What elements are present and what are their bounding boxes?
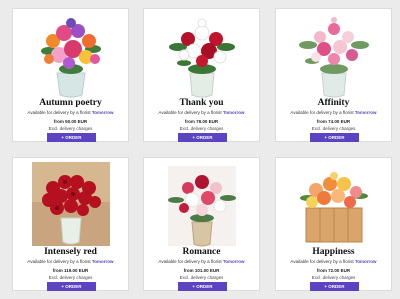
product-name[interactable]: Autumn poetry [13, 98, 128, 108]
order-button[interactable]: + ORDER [310, 133, 359, 142]
order-button[interactable]: + ORDER [47, 282, 96, 291]
delivery-note: Excl. delivery charges [179, 275, 224, 280]
product-name[interactable]: Happiness [276, 247, 391, 257]
product-card-affinity[interactable]: Affinity Available for delivery by a flo… [275, 8, 392, 142]
product-card-intensely-red[interactable]: Intensely red Available for delivery by … [12, 157, 129, 291]
order-button[interactable]: + ORDER [178, 282, 227, 291]
product-price: from 50.00 EUR [53, 119, 88, 124]
bouquet-image[interactable] [276, 11, 391, 99]
availability-text: Available for delivery by a florist Tomo… [158, 259, 245, 264]
product-name[interactable]: Affinity [276, 98, 391, 108]
product-name[interactable]: Thank you [144, 98, 259, 108]
delivery-note: Excl. delivery charges [311, 126, 356, 131]
product-price: from 72.00 EUR [316, 268, 351, 273]
availability-text: Available for delivery by a florist Tomo… [27, 110, 114, 115]
availability-text: Available for delivery by a florist Tomo… [290, 110, 377, 115]
availability-text: Available for delivery by a florist Tomo… [290, 259, 377, 264]
bouquet-image[interactable] [13, 160, 128, 248]
bouquet-image[interactable] [13, 11, 128, 99]
order-button[interactable]: + ORDER [47, 133, 96, 142]
bouquet-image[interactable] [144, 11, 259, 99]
availability-text: Available for delivery by a florist Tomo… [27, 259, 114, 264]
delivery-note: Excl. delivery charges [48, 126, 93, 131]
product-price: from 119.00 EUR [52, 268, 89, 273]
product-name[interactable]: Romance [144, 247, 259, 257]
bouquet-image[interactable] [144, 160, 259, 248]
product-card-happiness[interactable]: Happiness Available for delivery by a fl… [275, 157, 392, 291]
delivery-note: Excl. delivery charges [311, 275, 356, 280]
product-card-autumn-poetry[interactable]: Autumn poetry Available for delivery by … [12, 8, 129, 142]
product-price: from 101.00 EUR [183, 268, 220, 273]
bouquet-image[interactable] [276, 160, 391, 248]
product-card-thank-you[interactable]: Thank you Available for delivery by a fl… [143, 8, 260, 142]
product-card-romance[interactable]: Romance Available for delivery by a flor… [143, 157, 260, 291]
availability-text: Available for delivery by a florist Tomo… [158, 110, 245, 115]
order-button[interactable]: + ORDER [178, 133, 227, 142]
product-price: from 78.00 EUR [184, 119, 219, 124]
delivery-note: Excl. delivery charges [48, 275, 93, 280]
product-price: from 74.00 EUR [316, 119, 351, 124]
order-button[interactable]: + ORDER [310, 282, 359, 291]
delivery-note: Excl. delivery charges [179, 126, 224, 131]
product-name[interactable]: Intensely red [13, 247, 128, 257]
